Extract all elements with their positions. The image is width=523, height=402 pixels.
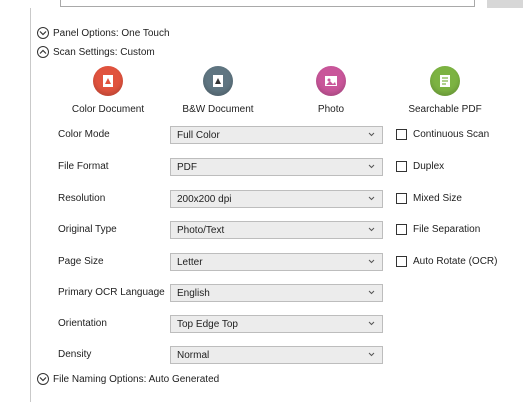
- checkbox-box: [396, 161, 407, 172]
- photo-icon: [316, 66, 346, 96]
- chevron-down-icon: [368, 164, 375, 169]
- checkbox-box: [396, 256, 407, 267]
- panel-options-label: Panel Options: One Touch: [53, 27, 170, 39]
- file-separation-checkbox[interactable]: File Separation: [396, 224, 480, 235]
- bw-document-icon: [203, 66, 233, 96]
- orientation-select[interactable]: Top Edge Top: [170, 315, 383, 333]
- auto-rotate-ocr-checkbox[interactable]: Auto Rotate (OCR): [396, 256, 497, 267]
- file-naming-options-label: File Naming Options: Auto Generated: [53, 373, 220, 385]
- primary-ocr-language-label: Primary OCR Language: [58, 287, 165, 298]
- original-type-select[interactable]: Photo/Text: [170, 221, 383, 239]
- checkbox-box: [396, 193, 407, 204]
- profile-searchable-pdf[interactable]: Searchable PDF: [404, 66, 486, 115]
- file-naming-options-header[interactable]: File Naming Options: Auto Generated: [37, 371, 219, 387]
- panel-options-header[interactable]: Panel Options: One Touch: [37, 25, 170, 41]
- primary-ocr-language-select[interactable]: English: [170, 284, 383, 302]
- duplex-checkbox[interactable]: Duplex: [396, 161, 444, 172]
- chevron-up-icon: [37, 46, 49, 58]
- resolution-select[interactable]: 200x200 dpi: [170, 190, 383, 208]
- chevron-down-icon: [368, 290, 375, 295]
- page-size-label: Page Size: [58, 256, 104, 267]
- mixed-size-checkbox[interactable]: Mixed Size: [396, 193, 462, 204]
- panel-left-border: [30, 8, 31, 402]
- chevron-down-icon: [368, 132, 375, 137]
- orientation-label: Orientation: [58, 318, 107, 329]
- profile-photo[interactable]: Photo: [306, 66, 356, 115]
- profile-bw-document[interactable]: B&W Document: [178, 66, 258, 115]
- density-label: Density: [58, 349, 92, 360]
- color-mode-select[interactable]: Full Color: [170, 126, 383, 144]
- checkbox-box: [396, 224, 407, 235]
- checkbox-box: [396, 129, 407, 140]
- chevron-down-icon: [368, 259, 375, 264]
- top-scrollbar[interactable]: [487, 0, 523, 8]
- chevron-down-icon: [37, 373, 49, 385]
- top-text-field[interactable]: [60, 0, 475, 7]
- profile-color-document[interactable]: Color Document: [67, 66, 149, 115]
- chevron-down-icon: [368, 352, 375, 357]
- color-mode-label: Color Mode: [58, 129, 110, 140]
- chevron-down-icon: [368, 196, 375, 201]
- chevron-down-icon: [37, 27, 49, 39]
- file-format-label: File Format: [58, 161, 109, 172]
- original-type-label: Original Type: [58, 224, 117, 235]
- chevron-down-icon: [368, 227, 375, 232]
- file-format-select[interactable]: PDF: [170, 158, 383, 176]
- page-size-select[interactable]: Letter: [170, 253, 383, 271]
- continuous-scan-checkbox[interactable]: Continuous Scan: [396, 129, 489, 140]
- scan-settings-header[interactable]: Scan Settings: Custom: [37, 44, 155, 60]
- chevron-down-icon: [368, 321, 375, 326]
- density-select[interactable]: Normal: [170, 346, 383, 364]
- scan-settings-label: Scan Settings: Custom: [53, 46, 155, 58]
- color-document-icon: [93, 66, 123, 96]
- resolution-label: Resolution: [58, 193, 106, 204]
- searchable-pdf-icon: [430, 66, 460, 96]
